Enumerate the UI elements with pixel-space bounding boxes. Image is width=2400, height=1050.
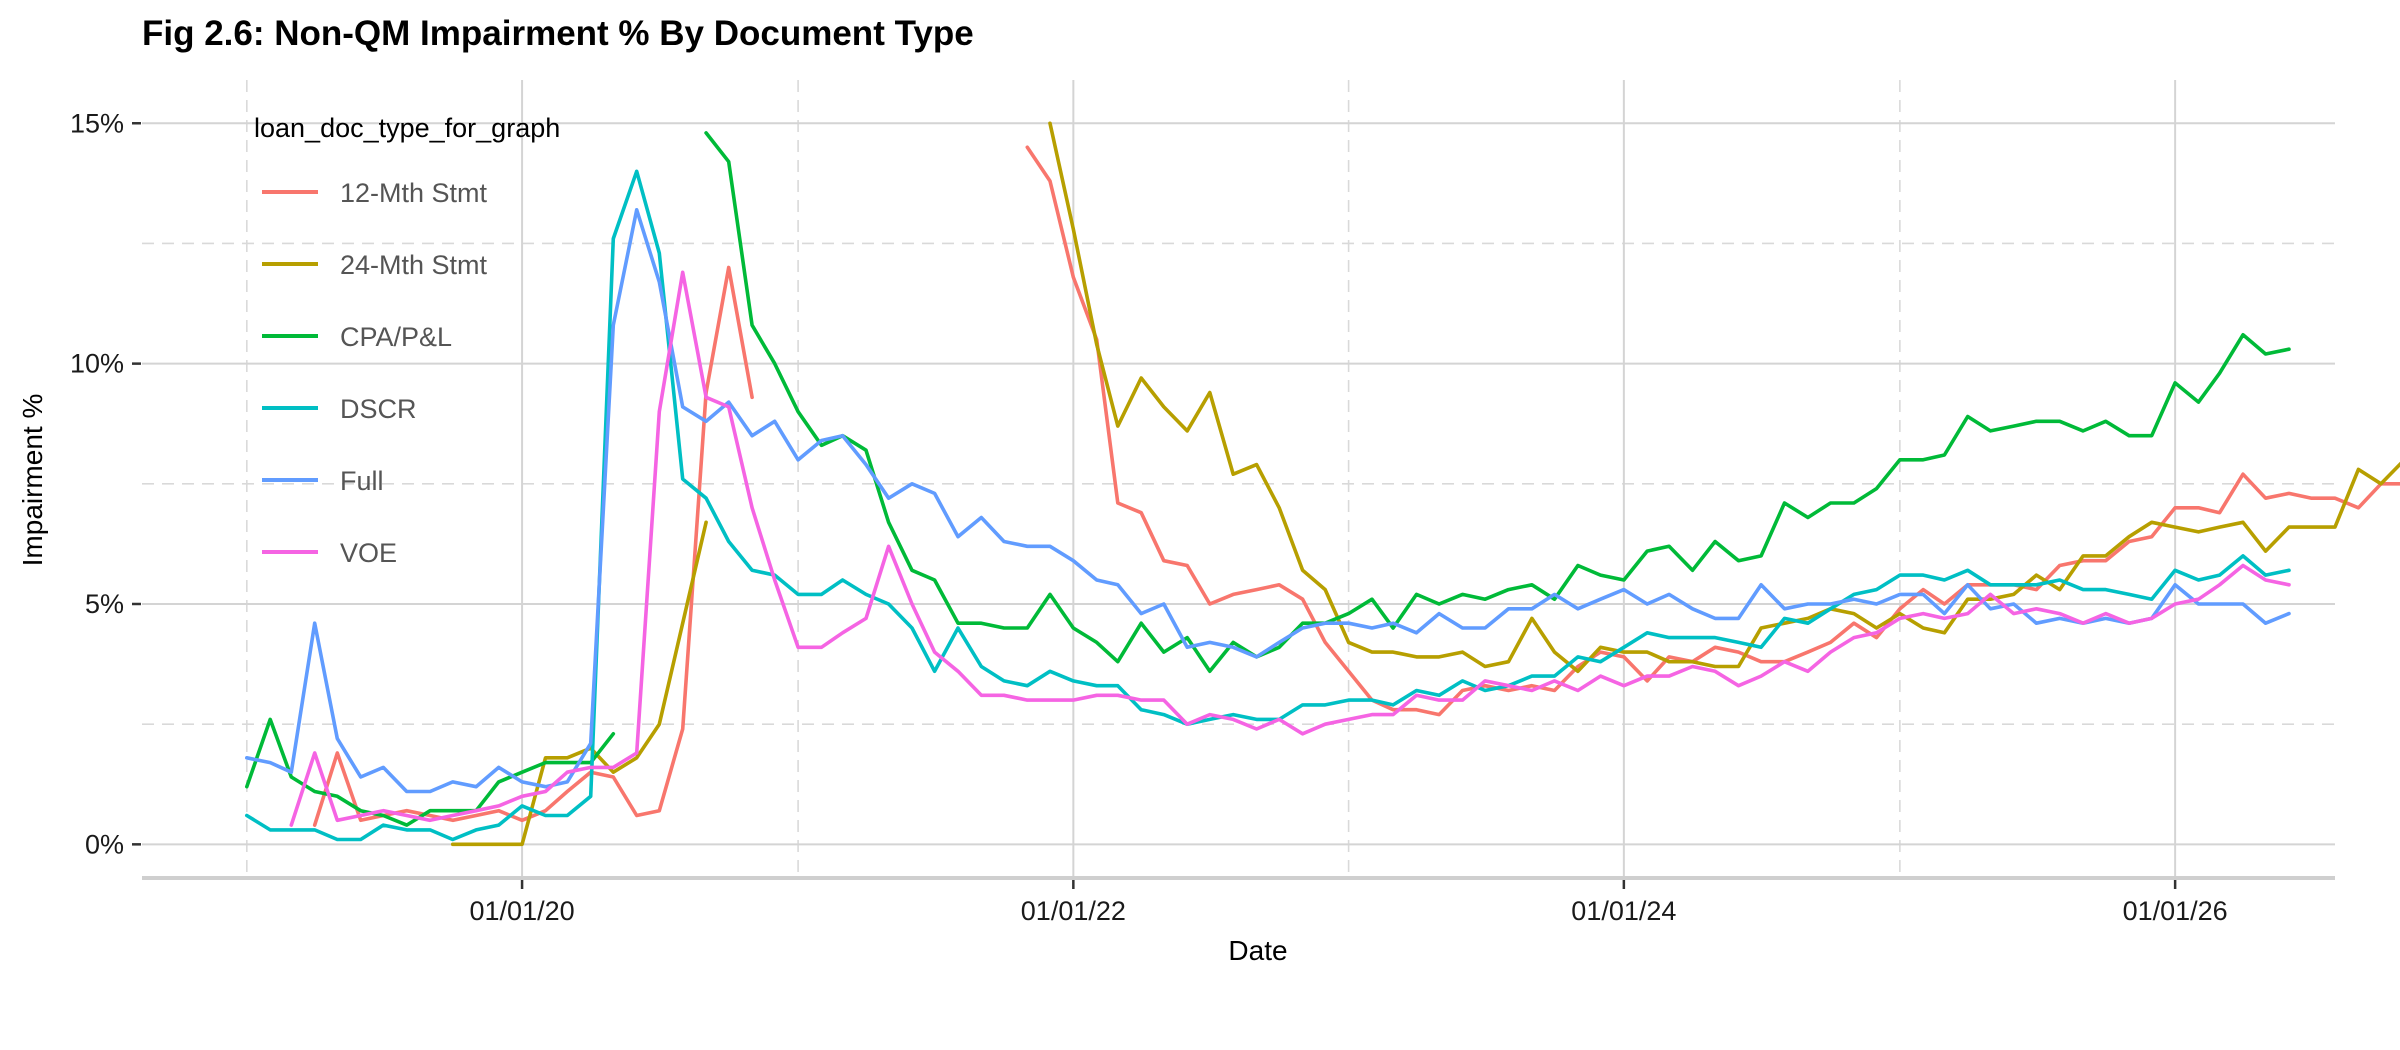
series-line-dscr bbox=[245, 169, 2291, 842]
legend-item-full: Full bbox=[262, 466, 384, 496]
line-chart: 0% 5% 10% 15% 01/01/20 01/01/22 01/01/24 01/01/… bbox=[17, 80, 2400, 966]
legend-label: CPA/P&L bbox=[340, 322, 452, 352]
legend-label: VOE bbox=[340, 538, 397, 568]
y-tick-label: 15% bbox=[70, 108, 124, 138]
legend-item-cpa-p-l: CPA/P&L bbox=[262, 322, 452, 352]
legend-label: 12-Mth Stmt bbox=[340, 178, 488, 208]
legend-title: loan_doc_type_for_graph bbox=[254, 113, 560, 143]
y-axis-title: Impairment % bbox=[17, 394, 48, 567]
legend-item-voe: VOE bbox=[262, 538, 397, 568]
legend-item-12-mth-stmt: 12-Mth Stmt bbox=[262, 178, 488, 208]
x-tick-label: 01/01/20 bbox=[470, 896, 575, 926]
x-tick-label: 01/01/26 bbox=[2123, 896, 2228, 926]
y-tick-label: 0% bbox=[85, 829, 124, 859]
series-line-cpa-p-l bbox=[245, 131, 2291, 827]
legend-item-24-mth-stmt: 24-Mth Stmt bbox=[262, 250, 488, 280]
legend-label: 24-Mth Stmt bbox=[340, 250, 488, 280]
x-axis-title: Date bbox=[1228, 935, 1287, 966]
y-tick-label: 5% bbox=[85, 589, 124, 619]
legend-label: DSCR bbox=[340, 394, 417, 424]
legend-item-dscr: DSCR bbox=[262, 394, 417, 424]
legend-label: Full bbox=[340, 466, 384, 496]
legend: loan_doc_type_for_graph 12-Mth Stmt 24-Mth… bbox=[254, 113, 560, 568]
x-tick-label: 01/01/24 bbox=[1571, 896, 1676, 926]
axes: 0% 5% 10% 15% 01/01/20 01/01/22 01/01/24 01/01/… bbox=[70, 108, 2335, 926]
series-line-full bbox=[245, 208, 2291, 794]
x-tick-label: 01/01/22 bbox=[1021, 896, 1126, 926]
chart-root: Fig 2.6: Non-QM Impairment % By Document… bbox=[0, 0, 2400, 1050]
y-tick-label: 10% bbox=[70, 349, 124, 379]
